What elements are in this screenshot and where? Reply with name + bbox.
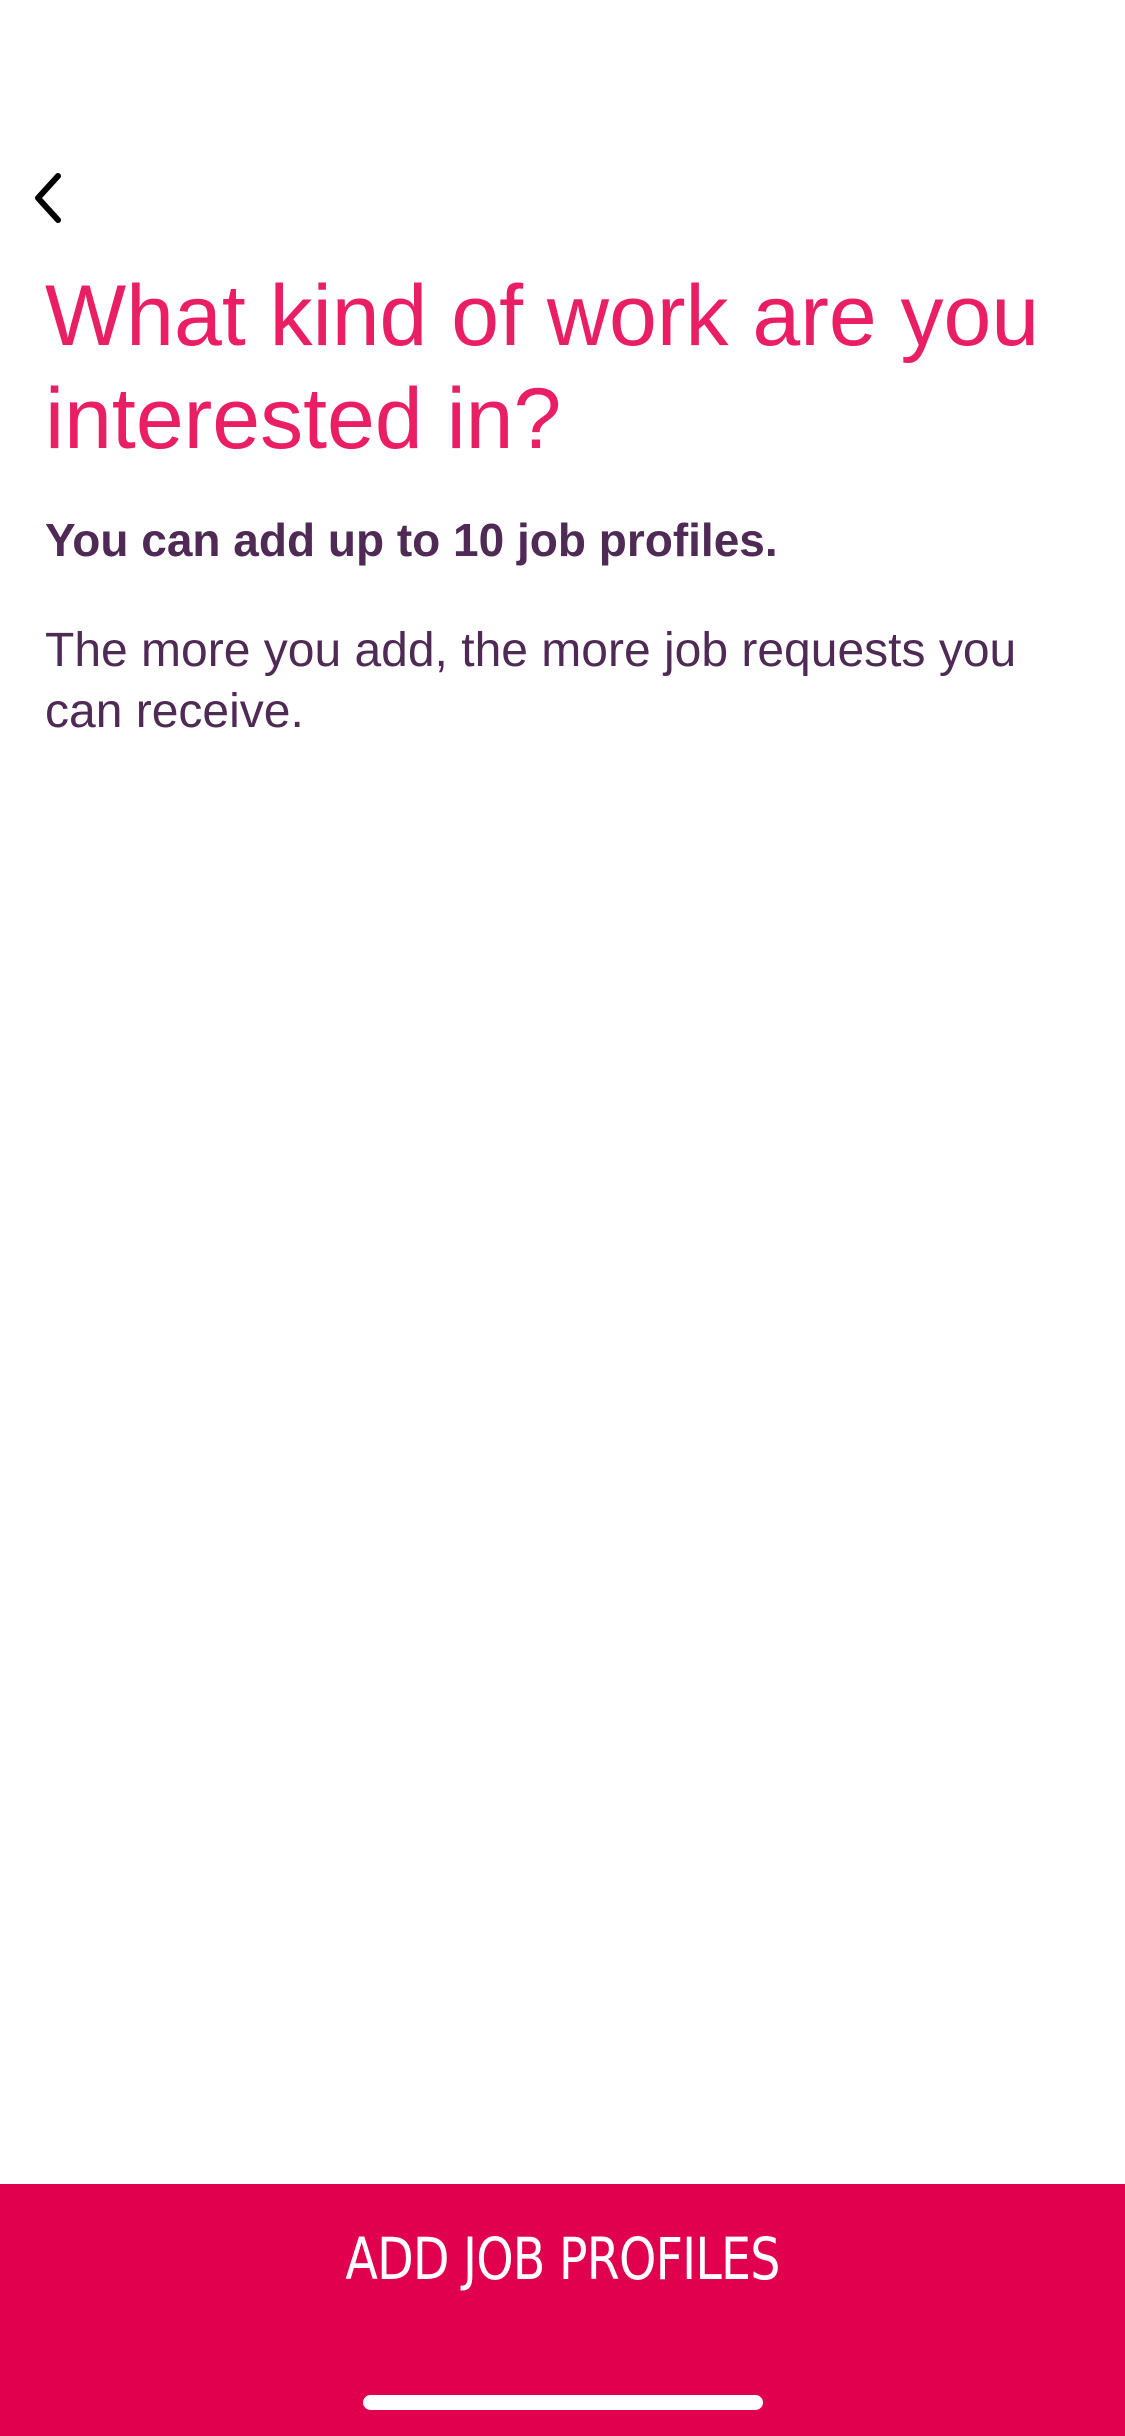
job-profile-limit-text: You can add up to 10 job profiles. bbox=[45, 514, 778, 566]
home-indicator bbox=[363, 2395, 763, 2410]
chevron-left-icon bbox=[30, 172, 66, 224]
page-title: What kind of work are you interested in? bbox=[45, 268, 1040, 467]
back-button[interactable] bbox=[30, 160, 90, 235]
description-text: The more you add, the more job requests … bbox=[45, 624, 1017, 738]
